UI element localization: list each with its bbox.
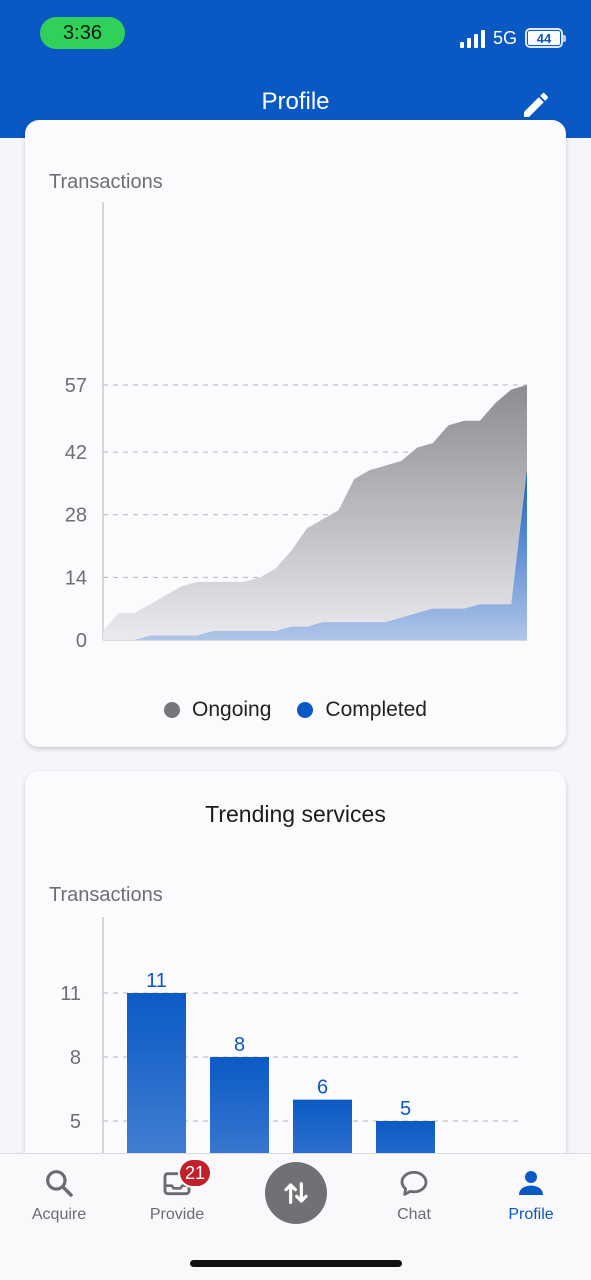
legend-item-completed[interactable]: Completed <box>297 698 427 722</box>
legend-label-ongoing: Ongoing <box>192 698 272 721</box>
y-tick-label: 14 <box>65 567 87 589</box>
tab-label: Profile <box>508 1206 554 1223</box>
bar-value-label: 11 <box>146 970 167 992</box>
status-time: 3:36 <box>40 17 125 49</box>
bar-value-label: 5 <box>400 1098 411 1120</box>
exchange-icon <box>284 1182 308 1204</box>
tab-chat[interactable]: Chat <box>364 1166 464 1224</box>
status-indicators: 5G 44 <box>459 24 566 52</box>
exchange-button[interactable] <box>265 1162 327 1224</box>
legend-dot-completed <box>297 702 314 718</box>
y-tick-label: 0 <box>76 630 87 652</box>
search-icon <box>42 1166 76 1200</box>
transactions-area-chart: 0 14 28 42 57 <box>65 202 527 652</box>
signal-icon <box>459 28 485 48</box>
legend-dot-ongoing <box>164 702 181 718</box>
tab-profile[interactable]: Profile <box>481 1166 581 1224</box>
inbox-icon: 21 <box>160 1158 213 1200</box>
edit-profile-button[interactable] <box>519 88 553 122</box>
pencil-icon <box>524 92 549 117</box>
chart-legend: Ongoing Completed <box>25 698 566 722</box>
battery-icon: 44 <box>525 28 566 48</box>
bar-value-label: 8 <box>234 1034 245 1056</box>
y-tick-label: 11 <box>60 983 81 1005</box>
network-type: 5G <box>492 27 517 48</box>
area-series-ongoing <box>103 385 527 640</box>
legend-label-completed: Completed <box>325 698 427 721</box>
tab-label: Chat <box>397 1206 431 1223</box>
battery-level: 44 <box>528 31 560 46</box>
y-tick-label: 42 <box>65 442 87 464</box>
tab-acquire[interactable]: Acquire <box>9 1166 109 1224</box>
transactions-chart-card: Transactions 0 14 28 42 57 Ongoing Completed <box>25 120 566 747</box>
page-title: Profile <box>261 88 330 115</box>
legend-item-ongoing[interactable]: Ongoing <box>164 698 271 722</box>
notification-badge: 21 <box>178 1158 213 1188</box>
y-tick-label: 8 <box>70 1047 81 1069</box>
app-header: 3:36 5G 44 Profile <box>0 0 591 138</box>
tab-label: Acquire <box>31 1206 87 1223</box>
home-indicator <box>190 1260 402 1267</box>
y-tick-label: 57 <box>65 375 87 397</box>
tab-provide[interactable]: 21 Provide <box>127 1158 227 1224</box>
person-icon <box>514 1166 548 1200</box>
bar-value-label: 6 <box>317 1077 328 1099</box>
tab-label: Provide <box>149 1206 205 1223</box>
chat-bubble-icon <box>397 1166 431 1200</box>
y-tick-label: 28 <box>65 505 87 527</box>
y-tick-label: 5 <box>70 1111 81 1133</box>
